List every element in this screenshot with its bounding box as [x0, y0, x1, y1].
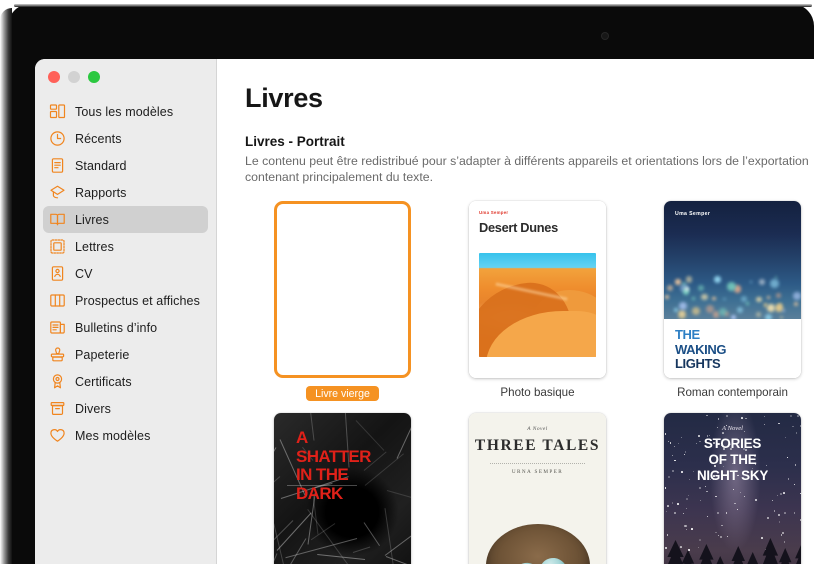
bezel-left-edge: [0, 8, 12, 564]
graduation-cap-icon: [49, 184, 66, 201]
sidebar-item-label: Standard: [75, 158, 127, 173]
template-thumbnail[interactable]: Uma Semper Desert Dunes: [469, 201, 606, 378]
document-icon: [49, 157, 66, 174]
sidebar-item-label: Rapports: [75, 185, 127, 200]
template-name-label: Roman contemporain: [677, 386, 788, 399]
night-sky-photo: A Novel STORIES OF THE NIGHT SKY: [664, 413, 801, 564]
sidebar-item-prospectus-et-affiches[interactable]: Prospectus et affiches: [43, 287, 208, 314]
sidebar-item-bulletins-d-info[interactable]: Bulletins d’info: [43, 314, 208, 341]
sidebar-item-label: Mes modèles: [75, 428, 151, 443]
template-thumbnail-wrap[interactable]: A Novel STORIES OF THE NIGHT SKY: [664, 413, 801, 564]
window-controls: [35, 59, 216, 97]
cover-author: URNA SEMPER: [511, 469, 564, 475]
template-thumbnail-wrap[interactable]: [274, 201, 411, 378]
sidebar: Tous les modèles Récents Standard Rapports L…: [35, 59, 217, 564]
letter-frame-icon: [49, 238, 66, 255]
stamp-icon: [49, 346, 66, 363]
cover-title: Desert Dunes: [479, 220, 558, 235]
box-icon: [49, 400, 66, 417]
sidebar-item-papeterie[interactable]: Papeterie: [43, 341, 208, 368]
sidebar-item-label: Bulletins d’info: [75, 320, 158, 335]
sidebar-item-label: Certificats: [75, 374, 132, 389]
resume-icon: [49, 265, 66, 282]
template-thumbnail[interactable]: A Novel STORIES OF THE NIGHT SKY: [664, 413, 801, 564]
template-card[interactable]: ASHATTERIN THEDARKURNA: [245, 413, 440, 564]
cover-kicker: A Novel: [722, 425, 743, 432]
cover-byline: Uma Semper: [479, 210, 509, 215]
template-card[interactable]: A Novel STORIES OF THE NIGHT SKY: [635, 413, 814, 564]
open-book-icon: [49, 211, 66, 228]
cover-kicker: A Novel: [527, 426, 548, 432]
webcam-icon: [602, 33, 608, 39]
cover-title: STORIES OF THE NIGHT SKY: [696, 436, 769, 483]
template-card[interactable]: Uma Semper Desert Dunes Photo basique: [440, 201, 635, 401]
template-name-label: Photo basique: [500, 386, 575, 399]
template-thumbnail-wrap[interactable]: Uma Semper THE WAKING LIGHTS: [664, 201, 801, 378]
page-title: Livres: [245, 83, 323, 113]
nest-photo: [485, 524, 590, 564]
sidebar-item-divers[interactable]: Divers: [43, 395, 208, 422]
grid-modules-icon: [49, 103, 66, 120]
sidebar-item-rapports[interactable]: Rapports: [43, 179, 208, 206]
template-thumbnail-wrap[interactable]: Uma Semper Desert Dunes: [469, 201, 606, 378]
minimize-window-button[interactable]: [68, 71, 80, 83]
template-thumbnail[interactable]: ASHATTERIN THEDARKURNA: [274, 413, 411, 564]
template-thumbnail-wrap[interactable]: ASHATTERIN THEDARKURNA: [274, 413, 411, 564]
template-card[interactable]: Livre vierge: [245, 201, 440, 401]
sidebar-item-livres[interactable]: Livres: [43, 206, 208, 233]
city-lights-photo: [664, 201, 801, 319]
clock-icon: [49, 130, 66, 147]
sidebar-item-label: Tous les modèles: [75, 104, 174, 119]
section-title: Livres - Portrait: [245, 134, 345, 149]
main-content: Livres Livres - Portrait Le contenu peut…: [217, 59, 814, 564]
sidebar-item-label: Papeterie: [75, 347, 130, 362]
cover-byline: Uma Semper: [675, 211, 711, 217]
shattered-glass-photo: ASHATTERIN THEDARKURNA: [274, 413, 411, 564]
template-card[interactable]: Uma Semper THE WAKING LIGHTS Roman contempor…: [635, 201, 814, 401]
sidebar-item-label: Divers: [75, 401, 112, 416]
template-card[interactable]: A Novel THREE TALES URNA SEMPER: [440, 413, 635, 564]
cover-title: A SHATTER IN THE DARK: [296, 428, 371, 503]
template-thumbnail[interactable]: A Novel THREE TALES URNA SEMPER: [469, 413, 606, 564]
template-thumbnail[interactable]: [274, 201, 411, 378]
template-name-badge: Livre vierge: [306, 386, 379, 401]
template-thumbnail[interactable]: Uma Semper THE WAKING LIGHTS: [664, 201, 801, 378]
cover-title-line3: LIGHTS: [675, 356, 721, 371]
maximize-window-button[interactable]: [88, 71, 100, 83]
sidebar-item-cv[interactable]: CV: [43, 260, 208, 287]
heart-icon: [49, 427, 66, 444]
newsletter-icon: [49, 319, 66, 336]
sidebar-item-label: Prospectus et affiches: [75, 293, 200, 308]
sidebar-nav-list: Tous les modèles Récents Standard Rapports L…: [35, 97, 216, 449]
sidebar-item-label: Livres: [75, 212, 109, 227]
section-description: Le contenu peut être redistribué pour s’…: [245, 154, 809, 184]
sidebar-item-mes-mod-les[interactable]: Mes modèles: [43, 422, 208, 449]
sidebar-item-label: Récents: [75, 131, 122, 146]
sidebar-item-label: Lettres: [75, 239, 114, 254]
sidebar-item-r-cents[interactable]: Récents: [43, 125, 208, 152]
cover-title-line1: THE: [675, 327, 700, 342]
cover-title-line2: WAKING: [675, 341, 727, 357]
trifold-brochure-icon: [49, 292, 66, 309]
close-window-button[interactable]: [48, 71, 60, 83]
sidebar-item-tous-les-mod-les[interactable]: Tous les modèles: [43, 98, 208, 125]
sidebar-item-certificats[interactable]: Certificats: [43, 368, 208, 395]
cover-title: THREE TALES: [474, 437, 601, 454]
sidebar-item-label: CV: [75, 266, 93, 281]
award-ribbon-icon: [49, 373, 66, 390]
bezel-top-edge: [14, 4, 812, 7]
template-thumbnail-wrap[interactable]: A Novel THREE TALES URNA SEMPER: [469, 413, 606, 564]
desert-photo: [479, 253, 596, 357]
app-window: Tous les modèles Récents Standard Rapports L…: [35, 59, 814, 564]
sidebar-item-standard[interactable]: Standard: [43, 152, 208, 179]
sidebar-item-lettres[interactable]: Lettres: [43, 233, 208, 260]
template-grid: Livre vierge Uma Semper Desert Dunes Photo …: [245, 201, 814, 564]
